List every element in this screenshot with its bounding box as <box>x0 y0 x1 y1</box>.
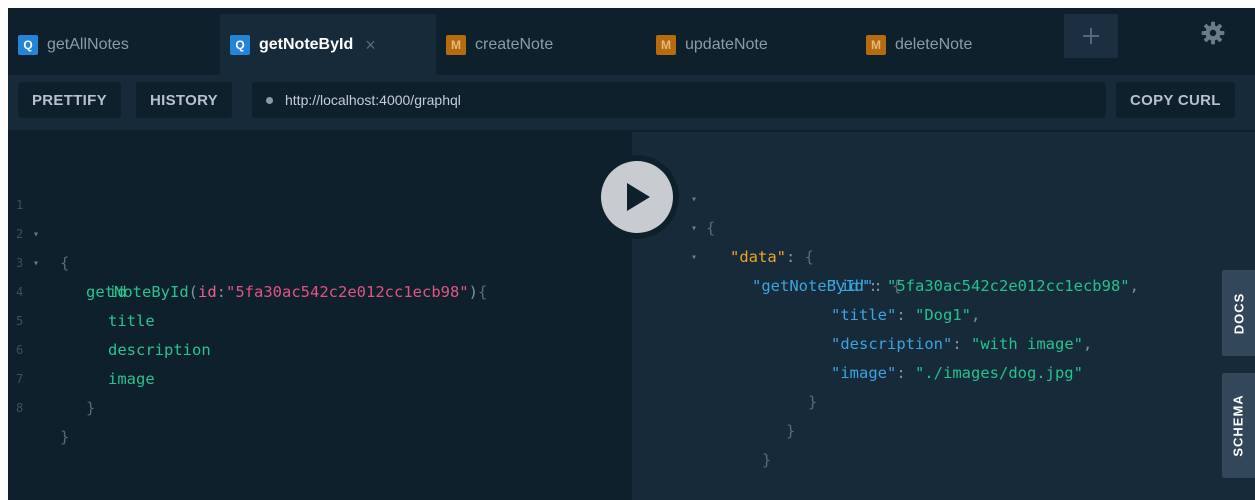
query-badge: Q <box>230 34 250 55</box>
code-token: { <box>706 219 716 237</box>
code-token: , <box>1082 335 1093 353</box>
query-editor[interactable]: 1 ▾ { 2 ▾ getNoteById(id:"5fa30ac542c2e0… <box>8 132 632 500</box>
fold-arrow-icon[interactable]: ▾ <box>691 243 697 272</box>
code-token: } <box>86 399 96 417</box>
editor-line-4: 4 title <box>8 249 155 330</box>
result-line: } <box>752 359 817 411</box>
add-tab-button[interactable] <box>1064 14 1118 58</box>
tab-getallnotes[interactable]: Q getAllNotes <box>8 14 213 75</box>
graphql-playground: Q getAllNotes Q getNoteById × M createNo… <box>8 8 1255 500</box>
toolbar: PRETTIFY HISTORY http://localhost:4000/g… <box>8 75 1255 131</box>
code-token: } <box>60 428 70 446</box>
editor-line-3: 3 id <box>8 220 127 301</box>
code-token: : <box>216 283 227 301</box>
docs-tab-label: DOCS <box>1231 292 1246 334</box>
execute-query-button[interactable] <box>595 155 679 239</box>
mutation-badge: M <box>866 34 886 55</box>
mutation-badge: M <box>446 34 466 55</box>
execute-button-face <box>601 161 673 233</box>
copy-curl-button[interactable]: COPY CURL <box>1116 82 1235 118</box>
history-button[interactable]: HISTORY <box>136 82 232 118</box>
code-token: ) <box>468 283 478 301</box>
result-entry: "description": "with image", <box>831 335 1093 353</box>
selected-field: description <box>108 341 211 359</box>
json-key: "image" <box>831 364 897 382</box>
schema-tab-label: SCHEMA <box>1231 394 1246 457</box>
tab-label: createNote <box>475 35 554 53</box>
tab-label: getAllNotes <box>47 35 129 53</box>
close-icon[interactable]: × <box>365 36 376 54</box>
schema-tab[interactable]: SCHEMA <box>1222 373 1255 478</box>
tab-createnote[interactable]: M createNote <box>436 14 646 75</box>
argument-value: "5fa30ac542c2e012cc1ecb98" <box>226 283 469 301</box>
endpoint-url-input[interactable]: http://localhost:4000/graphql <box>252 82 1106 118</box>
prettify-button[interactable]: PRETTIFY <box>18 82 121 118</box>
status-dot-icon <box>266 96 273 104</box>
result-entry: "title": "Dog1", <box>831 306 981 324</box>
result-line: } <box>730 388 795 440</box>
editor-line-1: 1 ▾ { <box>8 162 69 272</box>
code-token: } <box>808 393 818 411</box>
editor-line-2: 2 ▾ getNoteById(id:"5fa30ac542c2e012cc1e… <box>8 191 487 301</box>
editor-line-7: 7 } <box>8 336 95 417</box>
fold-arrow-icon[interactable]: ▾ <box>691 185 697 214</box>
code-token: } <box>762 451 772 469</box>
plus-icon <box>1083 28 1099 44</box>
tab-deletenote[interactable]: M deleteNote <box>856 14 1061 75</box>
docs-tab[interactable]: DOCS <box>1222 270 1255 356</box>
fold-arrow-icon[interactable]: ▾ <box>691 214 697 243</box>
tab-label: deleteNote <box>895 35 973 53</box>
result-viewer: ▾ { ▾ "data": { ▾ "getNoteById": { "id":… <box>632 132 1255 500</box>
query-field-name: getNoteById <box>86 283 189 301</box>
query-badge: Q <box>18 34 38 55</box>
editor-line-6: 6 image <box>8 307 155 388</box>
play-icon <box>627 183 650 211</box>
query-call: getNoteById(id:"5fa30ac542c2e012cc1ecb98… <box>86 278 487 307</box>
result-line: } <box>706 417 771 469</box>
json-value: "./images/dog.jpg" <box>915 364 1083 382</box>
selected-field: id <box>108 283 127 301</box>
tab-label: updateNote <box>685 35 768 53</box>
tab-updatenote[interactable]: M updateNote <box>646 14 856 75</box>
editor-line-8: 8 } <box>8 365 69 446</box>
code-token: , <box>1129 277 1139 295</box>
result-entry: "image": "./images/dog.jpg" <box>831 364 1083 382</box>
argument-name: id <box>198 283 217 301</box>
line-number: 8 <box>16 401 24 415</box>
code-token: ( <box>188 283 198 301</box>
tab-label: getNoteById <box>259 35 354 53</box>
selected-field: title <box>108 312 155 330</box>
code-token: { <box>478 283 488 301</box>
result-entry: "id": "5fa30ac542c2e012cc1ecb98", <box>831 277 1139 295</box>
tab-bar: Q getAllNotes Q getNoteById × M createNo… <box>8 8 1255 75</box>
endpoint-url: http://localhost:4000/graphql <box>285 92 461 108</box>
editor-line-5: 5 description <box>8 278 211 359</box>
gear-icon[interactable] <box>1200 20 1226 46</box>
selected-field: image <box>108 370 155 388</box>
mutation-badge: M <box>656 34 676 55</box>
tab-getnotebyid[interactable]: Q getNoteById × <box>220 14 436 75</box>
code-token: } <box>786 422 796 440</box>
